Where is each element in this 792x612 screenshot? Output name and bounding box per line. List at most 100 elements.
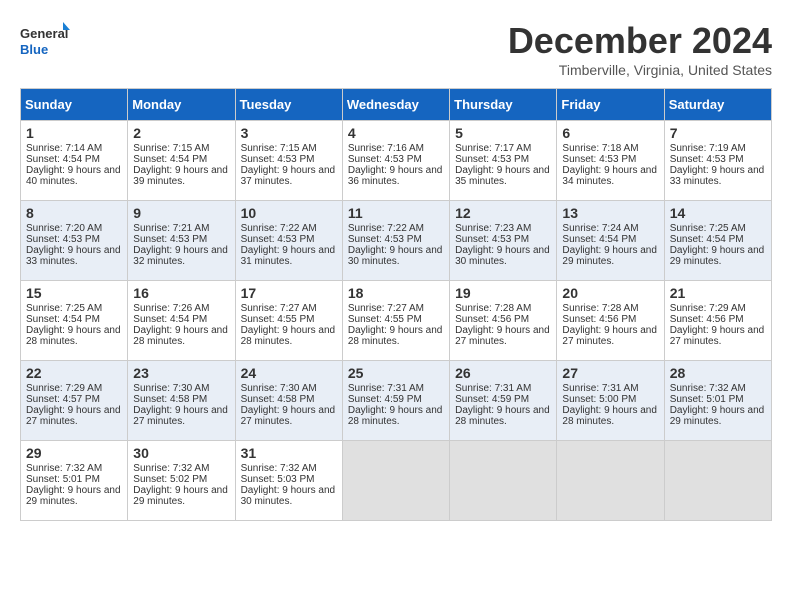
day-info: Daylight: 9 hours and 35 minutes. [455,165,551,187]
day-info: Sunrise: 7:32 AM [26,463,122,474]
day-info: Sunset: 4:53 PM [133,234,229,245]
calendar-day-header: Friday [557,89,664,121]
day-info: Sunrise: 7:25 AM [26,303,122,314]
day-info: Sunrise: 7:22 AM [241,223,337,234]
calendar-day-header: Saturday [664,89,771,121]
calendar-day-cell: 24Sunrise: 7:30 AMSunset: 4:58 PMDayligh… [235,361,342,441]
day-info: Sunset: 4:54 PM [670,234,766,245]
day-info: Daylight: 9 hours and 28 minutes. [348,325,444,347]
day-info: Daylight: 9 hours and 29 minutes. [26,485,122,507]
day-info: Sunrise: 7:14 AM [26,143,122,154]
day-info: Daylight: 9 hours and 30 minutes. [348,245,444,267]
day-info: Daylight: 9 hours and 28 minutes. [455,405,551,427]
page-subtitle: Timberville, Virginia, United States [508,62,772,78]
day-number: 7 [670,125,766,141]
day-info: Sunrise: 7:32 AM [241,463,337,474]
day-info: Sunset: 5:02 PM [133,474,229,485]
day-info: Sunrise: 7:32 AM [670,383,766,394]
day-info: Sunset: 4:54 PM [133,154,229,165]
title-area: December 2024 Timberville, Virginia, Uni… [508,20,772,78]
day-info: Daylight: 9 hours and 27 minutes. [241,405,337,427]
day-number: 31 [241,445,337,461]
day-info: Daylight: 9 hours and 29 minutes. [670,245,766,267]
day-number: 28 [670,365,766,381]
day-info: Daylight: 9 hours and 30 minutes. [241,485,337,507]
day-info: Sunrise: 7:31 AM [562,383,658,394]
day-number: 25 [348,365,444,381]
day-info: Sunset: 4:54 PM [26,314,122,325]
day-info: Sunset: 4:58 PM [133,394,229,405]
day-info: Sunrise: 7:32 AM [133,463,229,474]
calendar-day-cell: 9Sunrise: 7:21 AMSunset: 4:53 PMDaylight… [128,201,235,281]
day-info: Sunset: 4:56 PM [670,314,766,325]
day-number: 19 [455,285,551,301]
day-info: Daylight: 9 hours and 28 minutes. [241,325,337,347]
day-info: Sunset: 4:54 PM [133,314,229,325]
day-info: Sunset: 5:01 PM [26,474,122,485]
day-info: Daylight: 9 hours and 33 minutes. [26,245,122,267]
calendar-day-cell: 2Sunrise: 7:15 AMSunset: 4:54 PMDaylight… [128,121,235,201]
day-number: 16 [133,285,229,301]
calendar-day-cell: 10 Sunrise: 7:22 AMSunset: 4:53 PMDayligh… [235,201,342,281]
day-info: Daylight: 9 hours and 33 minutes. [670,165,766,187]
day-number: 10 [241,205,337,221]
day-number: 20 [562,285,658,301]
day-info: Sunrise: 7:27 AM [241,303,337,314]
calendar-day-cell: 31Sunrise: 7:32 AMSunset: 5:03 PMDayligh… [235,441,342,521]
calendar-day-cell: 6Sunrise: 7:18 AMSunset: 4:53 PMDaylight… [557,121,664,201]
day-info: Sunrise: 7:23 AM [455,223,551,234]
calendar-day-cell: 21Sunrise: 7:29 AMSunset: 4:56 PMDayligh… [664,281,771,361]
day-info: Sunset: 4:53 PM [670,154,766,165]
calendar-day-cell: 11Sunrise: 7:22 AMSunset: 4:53 PMDayligh… [342,201,449,281]
calendar-day-cell: 15Sunrise: 7:25 AMSunset: 4:54 PMDayligh… [21,281,128,361]
day-info: Daylight: 9 hours and 28 minutes. [133,325,229,347]
day-number: 29 [26,445,122,461]
day-info: Sunrise: 7:15 AM [133,143,229,154]
day-number: 2 [133,125,229,141]
day-number: 9 [133,205,229,221]
day-info: Sunset: 4:54 PM [562,234,658,245]
calendar-day-cell: 19Sunrise: 7:28 AMSunset: 4:56 PMDayligh… [450,281,557,361]
day-number: 5 [455,125,551,141]
day-info: Sunset: 4:53 PM [241,234,337,245]
day-info: Sunset: 4:53 PM [455,154,551,165]
day-info: Sunrise: 7:29 AM [26,383,122,394]
day-number: 27 [562,365,658,381]
calendar-day-cell: 18Sunrise: 7:27 AMSunset: 4:55 PMDayligh… [342,281,449,361]
svg-text:General: General [20,26,68,41]
day-info: Daylight: 9 hours and 34 minutes. [562,165,658,187]
calendar-day-cell [664,441,771,521]
day-info: Sunrise: 7:28 AM [455,303,551,314]
calendar-table: SundayMondayTuesdayWednesdayThursdayFrid… [20,88,772,521]
day-info: Sunrise: 7:31 AM [348,383,444,394]
day-info: Daylight: 9 hours and 31 minutes. [241,245,337,267]
calendar-day-cell: 3Sunrise: 7:15 AMSunset: 4:53 PMDaylight… [235,121,342,201]
day-number: 23 [133,365,229,381]
calendar-day-header: Monday [128,89,235,121]
calendar-week-row: 22Sunrise: 7:29 AMSunset: 4:57 PMDayligh… [21,361,772,441]
day-number: 8 [26,205,122,221]
day-info: Daylight: 9 hours and 29 minutes. [562,245,658,267]
calendar-day-cell: 4Sunrise: 7:16 AMSunset: 4:53 PMDaylight… [342,121,449,201]
calendar-week-row: 1Sunrise: 7:14 AMSunset: 4:54 PMDaylight… [21,121,772,201]
calendar-week-row: 8Sunrise: 7:20 AMSunset: 4:53 PMDaylight… [21,201,772,281]
day-info: Sunset: 4:59 PM [455,394,551,405]
day-info: Sunset: 4:57 PM [26,394,122,405]
calendar-day-header: Wednesday [342,89,449,121]
day-number: 24 [241,365,337,381]
day-info: Sunrise: 7:28 AM [562,303,658,314]
day-info: Daylight: 9 hours and 28 minutes. [26,325,122,347]
day-info: Daylight: 9 hours and 30 minutes. [455,245,551,267]
calendar-header-row: SundayMondayTuesdayWednesdayThursdayFrid… [21,89,772,121]
calendar-day-cell: 30Sunrise: 7:32 AMSunset: 5:02 PMDayligh… [128,441,235,521]
day-info: Daylight: 9 hours and 27 minutes. [133,405,229,427]
day-info: Sunset: 4:55 PM [348,314,444,325]
calendar-day-cell: 25Sunrise: 7:31 AMSunset: 4:59 PMDayligh… [342,361,449,441]
day-info: Sunset: 4:53 PM [455,234,551,245]
day-info: Sunset: 5:01 PM [670,394,766,405]
day-info: Sunrise: 7:24 AM [562,223,658,234]
day-info: Sunrise: 7:17 AM [455,143,551,154]
day-info: Daylight: 9 hours and 27 minutes. [670,325,766,347]
day-info: Sunset: 4:59 PM [348,394,444,405]
calendar-day-cell: 1Sunrise: 7:14 AMSunset: 4:54 PMDaylight… [21,121,128,201]
